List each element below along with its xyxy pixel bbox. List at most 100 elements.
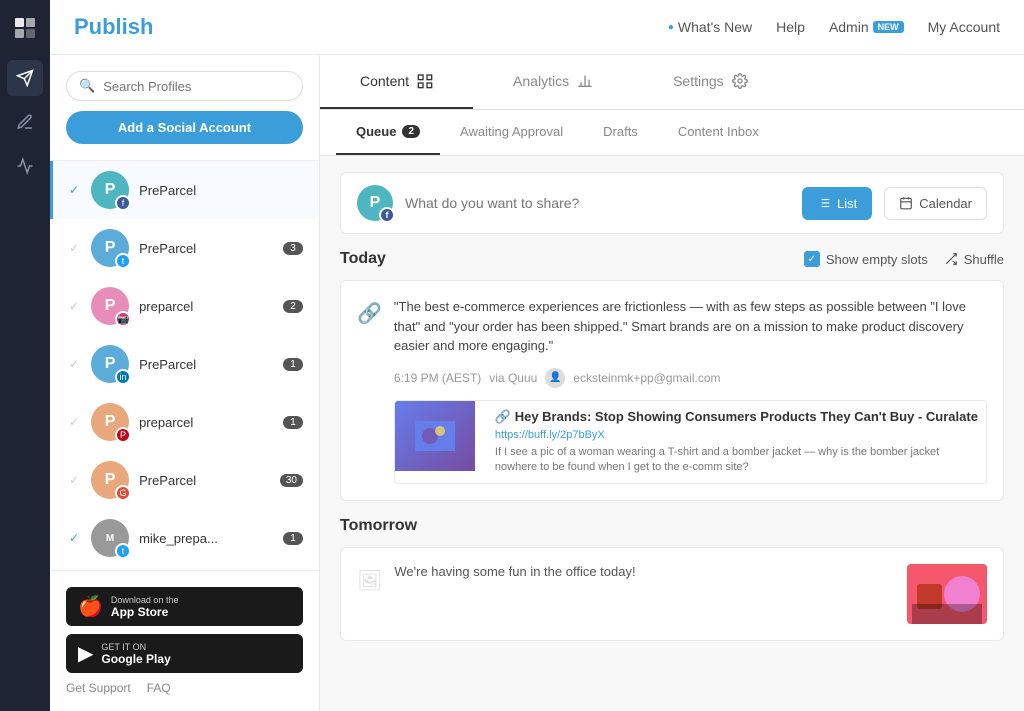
- subtab-awaiting-approval[interactable]: Awaiting Approval: [440, 110, 583, 155]
- profile-name: preparcel: [139, 415, 273, 430]
- search-box[interactable]: 🔍: [66, 71, 303, 101]
- post-preview-url[interactable]: https://buff.ly/2p7bByX: [495, 429, 978, 441]
- image-placeholder-icon: 🖼: [357, 564, 382, 624]
- sidebar-footer: 🍎 Download on the App Store ▶ GET IT ON …: [50, 570, 319, 711]
- check-icon: ✓: [69, 415, 79, 429]
- profile-count: 1: [283, 358, 303, 371]
- post-content: "The best e-commerce experiences are fri…: [394, 297, 987, 484]
- my-account-link[interactable]: My Account: [928, 19, 1000, 35]
- check-icon: ✓: [69, 183, 79, 197]
- show-empty-slots[interactable]: ✓ Show empty slots: [804, 251, 928, 267]
- list-view-button[interactable]: List: [802, 187, 872, 220]
- app-logo-icon[interactable]: [9, 12, 41, 44]
- nav-analytics-icon[interactable]: [7, 148, 43, 184]
- avatar: P 📷: [91, 287, 129, 325]
- whats-new-link[interactable]: ● What's New: [668, 19, 752, 35]
- admin-new-badge: NEW: [873, 21, 904, 33]
- tab-analytics[interactable]: Analytics: [473, 55, 633, 109]
- profile-name: PreParcel: [139, 473, 270, 488]
- profile-name: preparcel: [139, 299, 273, 314]
- today-title: Today: [340, 250, 386, 268]
- profile-name: PreParcel: [139, 183, 303, 198]
- sidebar-links: Get Support FAQ: [66, 681, 303, 695]
- tomorrow-card: 🖼 We're having some fun in the office to…: [340, 547, 1004, 641]
- twitter-badge-icon: t: [115, 543, 131, 559]
- avatar: P t: [91, 229, 129, 267]
- shuffle-button[interactable]: Shuffle: [944, 252, 1004, 267]
- top-nav: Publish ● What's New Help Admin NEW My A…: [50, 0, 1024, 55]
- profile-count: 30: [280, 474, 303, 487]
- profile-item[interactable]: ✓ P P preparcel 1: [50, 393, 319, 451]
- compose-input[interactable]: [405, 195, 790, 211]
- author-avatar: 👤: [545, 368, 565, 388]
- app-store-button[interactable]: 🍎 Download on the App Store: [66, 587, 303, 626]
- profile-item[interactable]: ✓ P 📷 preparcel 2: [50, 277, 319, 335]
- post-text: "The best e-commerce experiences are fri…: [394, 297, 987, 356]
- compose-fb-badge-icon: f: [379, 207, 395, 223]
- check-icon: ✓: [69, 241, 79, 255]
- subtab-queue[interactable]: Queue 2: [336, 110, 440, 155]
- nav-publish-icon[interactable]: [7, 60, 43, 96]
- profile-count: 2: [283, 300, 303, 313]
- sub-tab-bar: Queue 2 Awaiting Approval Drafts Content…: [320, 110, 1024, 156]
- check-icon: ✓: [69, 531, 79, 545]
- apple-icon: 🍎: [78, 594, 103, 619]
- tab-content[interactable]: Content: [320, 55, 473, 109]
- profile-list: ✓ P f PreParcel ✓ P t PreParcel 3: [50, 161, 319, 570]
- profile-name: PreParcel: [139, 357, 273, 372]
- profile-item[interactable]: ✓ P t PreParcel 3: [50, 219, 319, 277]
- list-icon: [817, 196, 831, 210]
- main-wrapper: Publish ● What's New Help Admin NEW My A…: [50, 0, 1024, 711]
- help-link[interactable]: Help: [776, 19, 805, 35]
- icon-bar: [0, 0, 50, 711]
- avatar: M t: [91, 519, 129, 557]
- post-preview-image: [395, 401, 475, 471]
- faq-link[interactable]: FAQ: [147, 681, 171, 695]
- avatar: P P: [91, 403, 129, 441]
- google-play-big-text: Google Play: [101, 652, 170, 666]
- check-icon: ✓: [69, 299, 79, 313]
- profile-item[interactable]: ✓ P f PreParcel: [50, 161, 319, 219]
- profile-name: mike_prepa...: [139, 531, 273, 546]
- search-input[interactable]: [103, 79, 290, 94]
- analytics-icon: [577, 73, 593, 89]
- profile-name: PreParcel: [139, 241, 273, 256]
- nav-edit-icon[interactable]: [7, 104, 43, 140]
- calendar-view-button[interactable]: Calendar: [884, 187, 987, 220]
- google-play-icon: ▶: [78, 641, 93, 666]
- post-preview-title: 🔗 Hey Brands: Stop Showing Consumers Pro…: [495, 409, 978, 425]
- show-empty-checkbox[interactable]: ✓: [804, 251, 820, 267]
- get-support-link[interactable]: Get Support: [66, 681, 131, 695]
- twitter-badge-icon: t: [115, 253, 131, 269]
- main-content: Content Analytics Settings: [320, 55, 1024, 711]
- tab-settings[interactable]: Settings: [633, 55, 788, 109]
- google-play-small-text: GET IT ON: [101, 642, 170, 652]
- top-nav-links: ● What's New Help Admin NEW My Account: [668, 19, 1000, 35]
- tomorrow-text: We're having some fun in the office toda…: [394, 564, 895, 624]
- compose-avatar: P f: [357, 185, 393, 221]
- avatar: P in: [91, 345, 129, 383]
- google-play-button[interactable]: ▶ GET IT ON Google Play: [66, 634, 303, 673]
- app-store-big-text: App Store: [111, 605, 179, 619]
- profile-item[interactable]: ✓ P in PreParcel 1: [50, 335, 319, 393]
- profile-item[interactable]: ✓ M t mike_prepa... 1: [50, 509, 319, 567]
- facebook-badge-icon: f: [115, 195, 131, 211]
- pinterest-badge-icon: P: [115, 427, 131, 443]
- subtab-content-inbox[interactable]: Content Inbox: [658, 110, 779, 155]
- add-social-account-button[interactable]: Add a Social Account: [66, 111, 303, 144]
- content-icon: [417, 73, 433, 89]
- shuffle-icon: [944, 252, 958, 266]
- check-icon: ✓: [69, 473, 79, 487]
- subtab-drafts[interactable]: Drafts: [583, 110, 658, 155]
- sidebar: 🔍 Add a Social Account ✓ P f PreParcel: [50, 55, 320, 711]
- profile-count: 1: [283, 532, 303, 545]
- content-area: 🔍 Add a Social Account ✓ P f PreParcel: [50, 55, 1024, 711]
- profile-item[interactable]: ✓ P G PreParcel 30: [50, 451, 319, 509]
- post-preview-desc: If I see a pic of a woman wearing a T-sh…: [495, 445, 978, 476]
- check-icon: ✓: [69, 357, 79, 371]
- admin-link[interactable]: Admin NEW: [829, 19, 904, 35]
- tomorrow-image: [907, 564, 987, 624]
- app-store-small-text: Download on the: [111, 595, 179, 605]
- search-icon: 🔍: [79, 78, 95, 94]
- compose-bar: P f List: [340, 172, 1004, 234]
